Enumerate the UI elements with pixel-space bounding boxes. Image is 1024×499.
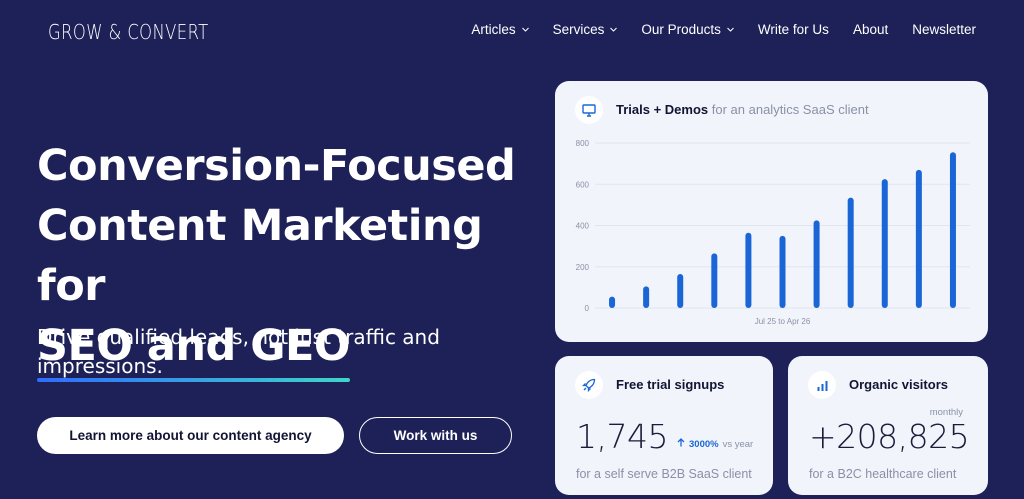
chart-bar — [609, 296, 616, 308]
visitors-card-title: Organic visitors — [849, 377, 948, 392]
hero-subtitle: Drive qualified leads, not just traffic … — [37, 325, 440, 378]
y-tick-label: 800 — [576, 139, 590, 148]
y-tick-label: 0 — [585, 304, 590, 313]
growth-suffix: vs year — [722, 438, 754, 450]
visitors-value: +208,825 — [809, 417, 970, 456]
nav-item-about[interactable]: About — [853, 22, 888, 37]
chart-bar — [745, 232, 752, 308]
chart-bar — [915, 169, 922, 308]
chart-bar — [949, 152, 956, 308]
nav-item-write-for-us[interactable]: Write for Us — [758, 22, 829, 37]
chevron-down-icon — [521, 26, 529, 33]
free-trial-signups-card: Free trial signups 1,745 3000% vs year f… — [555, 356, 773, 495]
nav-item-services[interactable]: Services — [553, 22, 618, 37]
chart-bar — [881, 179, 888, 308]
organic-visitors-card: Organic visitors monthly +208,825 for a … — [788, 356, 988, 495]
chart-bar — [643, 286, 650, 308]
main-nav: Articles Services Our Products Write for… — [447, 22, 976, 37]
signups-footer: for a self serve B2B SaaS client — [576, 467, 752, 481]
hero-title-line1: Conversion-Focused — [37, 141, 516, 191]
nav-item-label: Write for Us — [757, 22, 829, 37]
growth-percent: 3000% — [689, 438, 719, 450]
nav-item-label: About — [852, 22, 889, 37]
trials-demos-chart: 0 200 400 600 800 Jul 25 to Apr 26 — [576, 139, 970, 326]
nav-item-label: Newsletter — [912, 22, 976, 37]
chart-bar — [813, 220, 820, 308]
learn-more-button[interactable]: Learn more about our content agency — [37, 417, 344, 454]
y-tick-label: 200 — [576, 263, 590, 272]
visitors-footer: for a B2C healthcare client — [809, 467, 957, 481]
rocket-icon — [575, 371, 603, 399]
y-tick-label: 400 — [576, 222, 590, 231]
work-with-us-button[interactable]: Work with us — [359, 417, 512, 454]
chart-bar — [711, 253, 718, 308]
y-tick-label: 600 — [576, 180, 590, 189]
site-logo[interactable]: GROW & CONVERT — [48, 20, 209, 44]
nav-item-our-products[interactable]: Our Products — [641, 22, 734, 37]
trials-demos-card: Trials + Demos for an analytics SaaS cli… — [555, 81, 988, 342]
x-axis-label: Jul 25 to Apr 26 — [755, 317, 811, 326]
nav-item-label: Services — [552, 22, 605, 37]
bar-chart-icon — [808, 371, 836, 399]
nav-item-label: Articles — [471, 22, 516, 37]
chart-bar — [847, 197, 854, 308]
nav-item-newsletter[interactable]: Newsletter — [912, 22, 976, 37]
chart-bar — [677, 273, 684, 308]
chevron-down-icon — [610, 26, 618, 33]
signups-card-title: Free trial signups — [616, 377, 725, 392]
chart-bar — [779, 235, 786, 308]
nav-item-articles[interactable]: Articles — [471, 22, 529, 37]
arrow-up-icon — [677, 438, 685, 450]
chevron-down-icon — [727, 26, 734, 33]
growth-indicator: 3000% vs year — [677, 438, 753, 450]
hero-title-line2: Content Marketing for — [37, 201, 483, 311]
nav-item-label: Our Products — [641, 22, 721, 37]
signups-value: 1,745 — [576, 417, 668, 456]
